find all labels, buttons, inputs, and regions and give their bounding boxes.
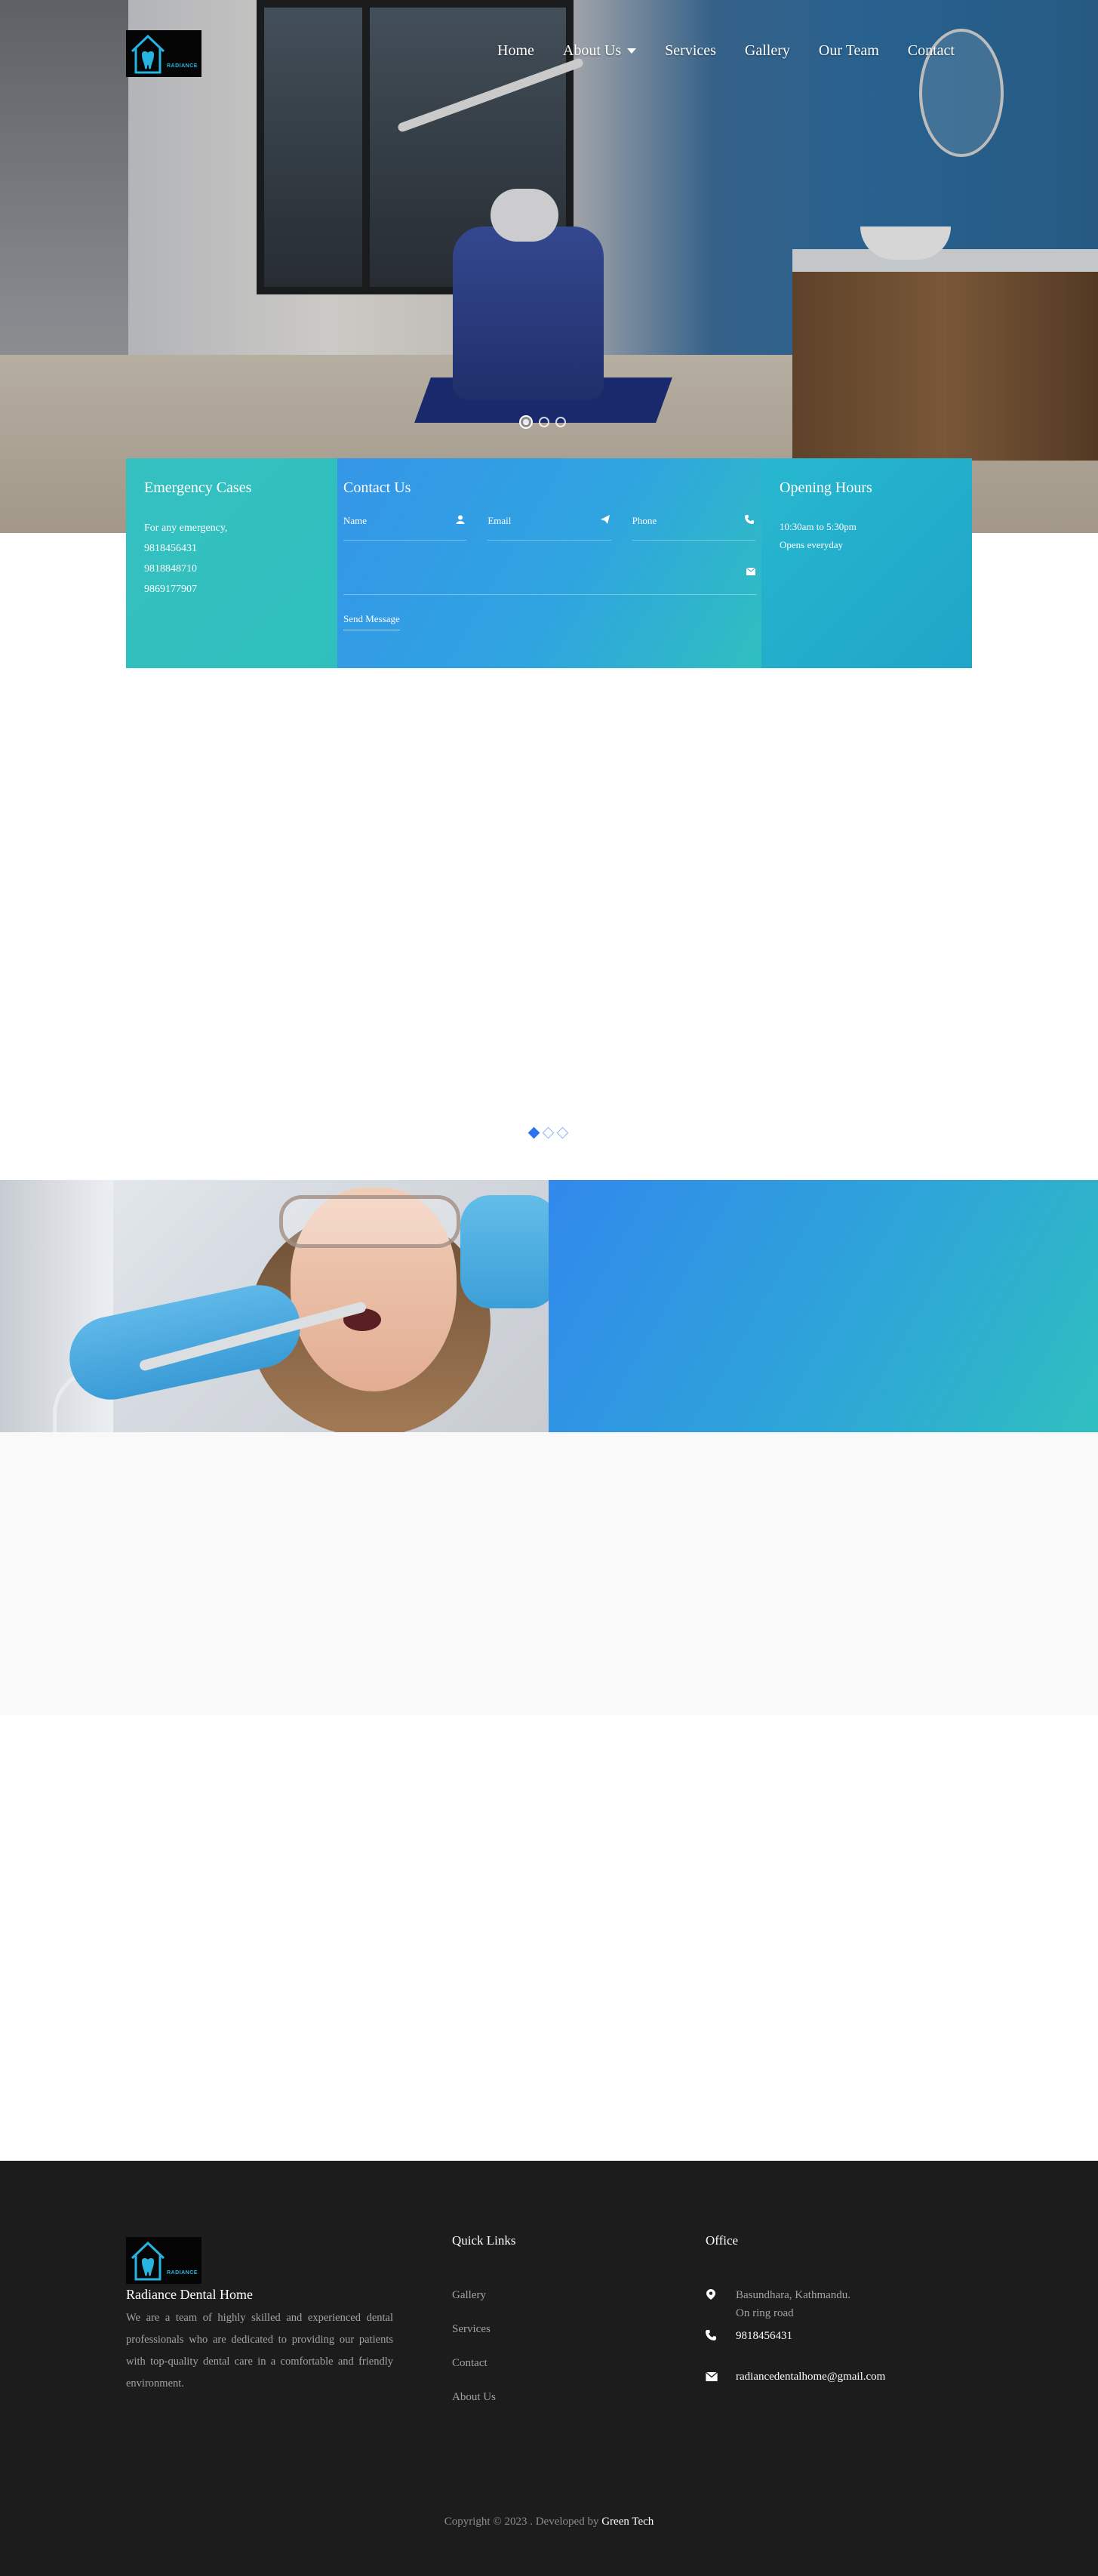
phone-icon (706, 2330, 716, 2340)
message-textarea[interactable] (343, 541, 757, 595)
carousel-dot-3[interactable] (556, 1126, 569, 1139)
dental-patient-photo (0, 1180, 549, 1432)
footer-link-contact[interactable]: Contact (452, 2357, 496, 2391)
office-phone-number: 9818456431 (736, 2330, 792, 2342)
emergency-phone-1[interactable]: 9818456431 (144, 538, 319, 559)
send-message-button[interactable]: Send Message (343, 613, 400, 630)
name-field[interactable]: Name (343, 510, 467, 541)
office-info: Basundhara, Kathmandu. On ring road 9818… (706, 2286, 885, 2386)
copyright-text: Copyright © 2023 . Developed by (444, 2516, 599, 2528)
address-line-1: Basundhara, Kathmandu. (736, 2289, 851, 2301)
carousel-dot-1[interactable] (527, 1126, 540, 1139)
map-marker-icon (706, 2289, 715, 2300)
office-title: Office (706, 2233, 739, 2248)
phone-icon (744, 515, 754, 524)
emergency-intro: For any emergency, (144, 522, 228, 534)
site-logo[interactable]: RADIANCE (126, 30, 201, 77)
contact-title: Contact Us (343, 479, 411, 496)
nav-services[interactable]: Services (665, 42, 716, 60)
opening-hours-card: Opening Hours 10:30am to 5:30pm Opens ev… (761, 458, 972, 668)
envelope-icon (746, 568, 755, 575)
gradient-panel (549, 1180, 1098, 1432)
hours-days: Opens everyday (780, 539, 844, 550)
slider-dot-2[interactable] (539, 417, 549, 427)
tooth-house-icon (131, 34, 165, 74)
nav-home[interactable]: Home (497, 42, 534, 60)
carousel-indicators (527, 1126, 569, 1139)
user-icon (456, 515, 465, 524)
emergency-phone-2[interactable]: 9818848710 (144, 559, 319, 579)
emergency-card: Emergency Cases For any emergency, 98184… (126, 458, 337, 668)
carousel-dot-2[interactable] (542, 1126, 555, 1139)
tooth-house-icon (131, 2241, 165, 2281)
footer: RADIANCE Radiance Dental Home We are a t… (0, 2161, 1098, 2576)
footer-link-gallery[interactable]: Gallery (452, 2289, 496, 2323)
address-line-2: On ring road (736, 2307, 794, 2319)
send-icon (600, 515, 610, 524)
quick-links-title: Quick Links (452, 2233, 516, 2248)
nav-about-us-label: About Us (562, 42, 622, 59)
caret-down-icon (627, 48, 637, 54)
hero-slider-dots (519, 415, 566, 429)
main-nav: Home About Us Services Gallery Our Team … (497, 42, 955, 60)
footer-link-about-us[interactable]: About Us (452, 2391, 496, 2425)
nav-gallery[interactable]: Gallery (745, 42, 790, 60)
contact-form-card: Contact Us Name Email Phone Send Message (337, 458, 761, 668)
office-email[interactable]: radiancedentalhome@gmail.com (706, 2368, 885, 2386)
slider-dot-3[interactable] (555, 417, 566, 427)
quick-links: Gallery Services Contact About Us (452, 2289, 496, 2425)
nav-contact[interactable]: Contact (908, 42, 955, 60)
emergency-title: Emergency Cases (144, 479, 252, 496)
office-phone[interactable]: 9818456431 (706, 2327, 885, 2368)
footer-logo[interactable]: RADIANCE (126, 2237, 201, 2284)
phone-placeholder: Phone (632, 515, 657, 526)
emergency-phone-3[interactable]: 9869177907 (144, 579, 319, 599)
nav-our-team[interactable]: Our Team (819, 42, 879, 60)
hours-time: 10:30am to 5:30pm (780, 521, 857, 532)
phone-field[interactable]: Phone (632, 510, 755, 541)
email-placeholder: Email (487, 515, 512, 526)
footer-about-text: We are a team of highly skilled and expe… (126, 2312, 393, 2390)
info-cards: Emergency Cases For any emergency, 98184… (126, 458, 972, 668)
developer-link[interactable]: Green Tech (601, 2516, 654, 2528)
name-placeholder: Name (343, 515, 368, 526)
email-field[interactable]: Email (487, 510, 611, 541)
hero-slider: RADIANCE Home About Us Services Gallery … (0, 0, 1098, 533)
office-email-address: radiancedentalhome@gmail.com (736, 2371, 886, 2383)
footer-link-services[interactable]: Services (452, 2323, 496, 2357)
logo-text: RADIANCE (167, 63, 198, 69)
envelope-icon (706, 2372, 718, 2381)
contact-form-row: Name Email Phone (343, 510, 755, 541)
footer-logo-text: RADIANCE (167, 2270, 198, 2276)
grey-section (0, 1432, 1098, 1715)
hours-title: Opening Hours (780, 479, 872, 496)
copyright: Copyright © 2023 . Developed by Green Te… (0, 2516, 1098, 2528)
office-address: Basundhara, Kathmandu. On ring road (706, 2286, 885, 2327)
page: RADIANCE Home About Us Services Gallery … (0, 0, 1098, 2576)
footer-brand-name: Radiance Dental Home (126, 2287, 253, 2302)
nav-about-us[interactable]: About Us (562, 42, 637, 60)
slider-dot-1[interactable] (519, 415, 533, 429)
